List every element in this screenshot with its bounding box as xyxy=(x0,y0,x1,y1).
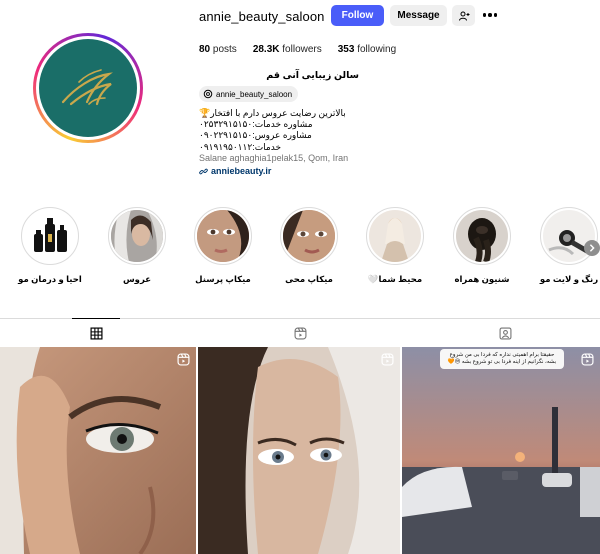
chevron-right-icon xyxy=(589,244,595,252)
highlight-item[interactable]: عروس xyxy=(97,207,177,285)
following-count[interactable]: 353 following xyxy=(338,44,396,55)
reels-icon xyxy=(177,353,190,366)
active-tab-indicator xyxy=(72,318,120,319)
posts-count: 80 posts xyxy=(199,44,237,55)
message-button[interactable]: Message xyxy=(390,5,447,26)
bio-address: Salane aghaghia1pelak15, Qom, Iran xyxy=(199,152,349,163)
bride-silhouette-icon xyxy=(381,218,409,262)
followers-count[interactable]: 28.3K followers xyxy=(253,44,322,55)
follow-button[interactable]: Follow xyxy=(331,5,384,26)
threads-icon xyxy=(203,89,213,99)
avatar[interactable] xyxy=(39,39,137,137)
suggested-accounts-button[interactable] xyxy=(452,5,475,26)
makeup-face-thumbnail xyxy=(283,210,335,262)
makeup-face-icon xyxy=(283,210,335,262)
tab-tagged[interactable] xyxy=(496,324,514,342)
link-icon xyxy=(199,168,208,174)
hair-products-thumbnail xyxy=(24,210,76,262)
makeup-portrait-icon xyxy=(197,210,249,262)
sunset-road-image xyxy=(402,347,600,554)
highlight-item[interactable]: میکاپ محی xyxy=(269,207,349,285)
bio-line: خدمات:۰۹۱۹۱۹۵۰۱۱۲ xyxy=(199,141,282,152)
highlight-ring xyxy=(280,207,338,265)
highlight-ring xyxy=(366,207,424,265)
add-user-icon xyxy=(458,11,469,21)
threads-handle: annie_beauty_saloon xyxy=(216,89,293,99)
highlight-label: عروس xyxy=(122,274,152,284)
highlight-label: میکاپ محی xyxy=(285,274,333,284)
highlight-label: شنیون همراه xyxy=(454,274,510,284)
bride-veil-icon xyxy=(111,210,163,262)
highlight-label: محیط شما🤍 xyxy=(367,274,423,284)
hairstyle-thumbnail xyxy=(456,210,508,262)
highlight-ring xyxy=(108,207,166,265)
bride-silhouette-thumbnail xyxy=(369,210,421,262)
profile-link-text: anniebeauty.ir xyxy=(211,166,272,176)
profile-link[interactable]: anniebeauty.ir xyxy=(199,166,271,176)
reels-icon xyxy=(581,353,594,366)
more-options-button[interactable] xyxy=(480,8,500,22)
highlight-item[interactable]: محیط شما🤍 xyxy=(355,207,435,285)
profile-full-name: سالن زیبایی آنی قم xyxy=(266,70,359,81)
tab-reels[interactable] xyxy=(291,324,309,342)
post-thumbnail[interactable] xyxy=(0,347,196,554)
makeup-closeup-image xyxy=(0,347,196,554)
highlight-ring xyxy=(21,207,79,265)
story-highlights: رنگ و لایت مو شنیون همراه محیط شما🤍 میکا… xyxy=(0,207,600,287)
profile-avatar-ring[interactable] xyxy=(33,33,143,143)
hair-products-icon xyxy=(34,218,67,252)
highlight-ring xyxy=(540,207,598,265)
tab-posts[interactable] xyxy=(87,324,105,342)
post-thumbnail[interactable]: حقیقتا برام اهمیتی نداره که فردا بی من ش… xyxy=(402,347,600,554)
reels-icon xyxy=(381,353,394,366)
profile-stats: 80 posts 28.3K followers 353 following xyxy=(199,44,412,55)
highlight-ring xyxy=(453,207,511,265)
highlight-item[interactable]: میکاپ پرسنل xyxy=(183,207,263,285)
highlight-item[interactable]: شنیون همراه xyxy=(442,207,522,285)
bio-line: مشاوره خدمات:۰۲۵۳۲۹۱۵۱۵۰ xyxy=(199,119,313,130)
bio-line: بالاترین رضایت عروس دارم با افتخار🏆 xyxy=(199,108,346,118)
highlight-label: رنگ و لایت مو xyxy=(539,274,599,284)
bride-veil-thumbnail xyxy=(111,210,163,262)
highlight-item[interactable]: احیا و درمان مو xyxy=(10,207,90,285)
reels-icon xyxy=(294,327,306,339)
highlights-next-button[interactable] xyxy=(584,240,600,256)
hairstyle-icon xyxy=(468,218,496,262)
makeup-portrait-thumbnail xyxy=(197,210,249,262)
post-caption-sticker: حقیقتا برام اهمیتی نداره که فردا بی من ش… xyxy=(440,349,564,369)
tagged-icon xyxy=(499,327,511,339)
more-dot-icon xyxy=(493,13,498,17)
bridal-makeup-image xyxy=(198,347,400,554)
salon-logo-icon xyxy=(61,69,113,106)
post-thumbnail[interactable] xyxy=(198,347,400,554)
highlight-label: میکاپ پرسنل xyxy=(195,274,251,284)
avatar-gap xyxy=(36,36,140,140)
profile-username: annie_beauty_saloon xyxy=(199,9,325,24)
highlight-ring xyxy=(194,207,252,265)
more-dot-icon xyxy=(488,13,492,17)
profile-bio: بالاترین رضایت عروس دارم با افتخار🏆 مشاو… xyxy=(199,108,399,164)
more-dot-icon xyxy=(482,13,487,17)
threads-badge[interactable]: annie_beauty_saloon xyxy=(199,86,299,102)
highlight-label: احیا و درمان مو xyxy=(18,274,82,284)
grid-icon xyxy=(89,326,103,340)
bio-line: مشاوره عروس:۰۹۰۲۲۹۱۵۱۵۰ xyxy=(199,130,312,141)
